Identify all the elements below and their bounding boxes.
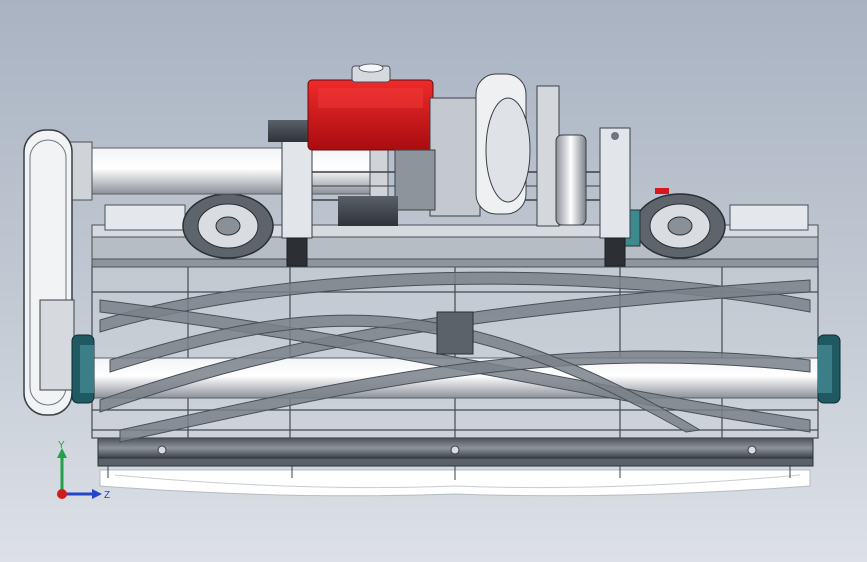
x-axis-dot-icon xyxy=(57,489,67,499)
right-reel-hub xyxy=(817,334,841,404)
left-wheel xyxy=(182,193,274,259)
cad-viewport[interactable]: Y Z xyxy=(0,0,867,562)
z-axis-label: Z xyxy=(104,490,110,501)
left-height-adjuster xyxy=(281,127,313,267)
z-axis-arrowhead-icon xyxy=(92,489,102,499)
right-height-adjuster xyxy=(599,127,631,267)
left-reel-hub xyxy=(71,334,95,404)
left-belt-cover xyxy=(23,129,75,416)
lawn-mower-3d-model[interactable] xyxy=(0,0,867,562)
y-axis-label: Y xyxy=(58,440,65,451)
center-mount-block xyxy=(436,311,474,355)
orientation-triad[interactable]: Y Z xyxy=(40,438,120,508)
belt-drive xyxy=(475,73,587,227)
